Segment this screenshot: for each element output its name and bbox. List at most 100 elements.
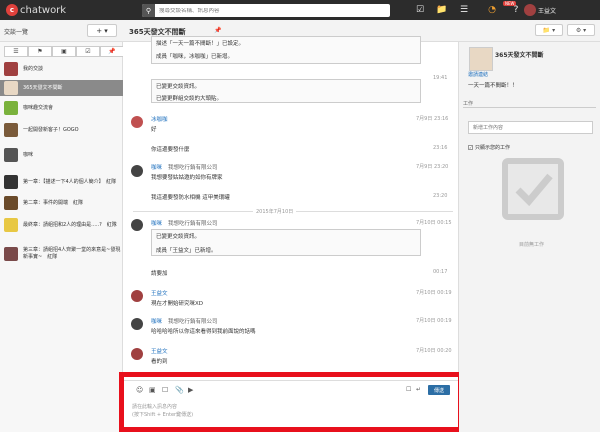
system-line: 已變更交談資訊。	[156, 84, 201, 90]
notification-icon[interactable]: ◔	[486, 4, 498, 16]
help-icon[interactable]: ?	[510, 4, 522, 16]
my-tasks-toggle[interactable]: ✓ 只顯示您的工作	[468, 144, 510, 151]
avatar[interactable]	[131, 318, 143, 330]
empty-task-label: 目前無工作	[519, 242, 545, 248]
room-avatar	[4, 101, 18, 115]
sender-org: 我想吃行銷有限公司	[168, 319, 218, 325]
filter-task-icon[interactable]: ☑	[76, 46, 100, 57]
sender-name[interactable]: 咖咪	[151, 317, 162, 325]
search-icon[interactable]: ⚲	[142, 4, 155, 17]
settings-button[interactable]: ⚙ ▾	[567, 24, 595, 36]
room-avatar	[4, 123, 18, 137]
user-avatar[interactable]	[524, 4, 536, 16]
logo[interactable]: c chatwork	[6, 4, 66, 16]
avatar[interactable]	[131, 348, 143, 360]
right-toolbar: 📁 ▾ ⚙ ▾	[459, 20, 600, 42]
folder-icon[interactable]: 📁	[436, 4, 448, 16]
logo-mark: c	[6, 4, 18, 16]
add-room-label: +	[96, 26, 103, 35]
message-text: 我這邊要發防水相機 這甲美環罐	[151, 195, 230, 201]
folder-button[interactable]: 📁 ▾	[535, 24, 563, 36]
system-message-box: 已變更交談資訊。 成員「王益文」已新增。	[151, 229, 421, 256]
room-avatar	[469, 47, 493, 71]
message-time: 7月10日 00:20	[416, 348, 452, 354]
avatar[interactable]	[131, 116, 143, 128]
task-section-label: 工作	[463, 101, 474, 107]
message-time: 7月10日 00:15	[416, 220, 452, 226]
avatar[interactable]	[131, 290, 143, 302]
message-text: 你這邊要發什麼	[151, 147, 190, 153]
room-name: 第二章：事件的開端 紅隊	[23, 199, 84, 206]
message-time: 7月10日 00:19	[416, 290, 452, 296]
checkbox[interactable]: ✓	[468, 145, 473, 150]
message-time: 00:17	[433, 269, 448, 275]
message-time: 7月10日 00:19	[416, 318, 452, 324]
task-section-header: 工作	[463, 100, 596, 108]
room-item[interactable]: 咖咪	[0, 148, 123, 162]
message-time: 7月9日 23:16	[416, 116, 449, 122]
message-text: 我想要發姑姑邀約如你有牌家	[151, 175, 223, 181]
sender-org: 我想吃行銷有限公司	[168, 221, 218, 227]
room-item[interactable]: 第三章：請組招4人齊聚一堂的來意是~發現新事實~ 紅隊	[0, 242, 123, 266]
avatar[interactable]	[131, 219, 143, 231]
room-avatar	[4, 247, 18, 261]
contacts-icon[interactable]: ☰	[458, 4, 470, 16]
avatar[interactable]	[131, 165, 143, 177]
room-item[interactable]: 一起開發新客子！GOGO	[0, 121, 123, 139]
message-text: 請要加	[151, 271, 168, 277]
room-info-title: 365天發文不間斷	[495, 52, 544, 59]
task-input[interactable]	[468, 121, 593, 134]
message-time: 19:41	[433, 75, 448, 81]
message-text: 好	[151, 127, 157, 133]
chat-area: 365天發文不間斷 📌 描述「一天一篇不間斷！」已設定。 成員「咖咪，冰咖咖」已…	[123, 20, 459, 432]
my-tasks-label: 只顯示您的工作	[475, 145, 511, 151]
room-avatar	[4, 218, 18, 232]
search-input[interactable]	[155, 7, 385, 14]
room-name: 最終章：請組招和2人的理由是.....? 紅隊	[23, 221, 117, 228]
room-avatar	[4, 196, 18, 210]
highlight-frame	[119, 372, 463, 432]
system-line: 已變更群組交談的大頭貼。	[156, 96, 223, 102]
message-time: 7月9日 23:20	[416, 164, 449, 170]
invite-link[interactable]: 邀請連結	[468, 71, 488, 78]
top-bar: c chatwork ⚲ ☑ 📁 ☰ ◔ NEW ? 王益文	[0, 0, 600, 20]
room-name: 365天發文不間斷	[23, 84, 63, 91]
sender-name[interactable]: 王益文	[151, 289, 168, 297]
message-text: 看的到	[151, 359, 168, 365]
message-time: 23:20	[433, 193, 448, 199]
room-item[interactable]: 最終章：請組招和2人的理由是.....? 紅隊	[0, 214, 123, 236]
date-label: 2015年7月10日	[253, 208, 297, 215]
sender-name[interactable]: 王益文	[151, 347, 168, 355]
system-line: 成員「咖咪，冰咖咖」已新增。	[156, 54, 234, 60]
room-avatar	[4, 81, 18, 95]
system-line: 已變更交談資訊。	[156, 234, 201, 240]
filter-to-icon[interactable]: ▣	[52, 46, 76, 57]
add-room-button[interactable]: + ▾	[87, 24, 117, 37]
filter-unread-icon[interactable]: ⚑	[28, 46, 52, 57]
room-info-panel: 📁 ▾ ⚙ ▾ 365天發文不間斷 邀請連結 一天一篇不間斷！！ 工作 ✓只顯示…	[459, 20, 600, 432]
search-box[interactable]: ⚲	[142, 4, 390, 17]
sender-name[interactable]: 咖咪	[151, 163, 162, 171]
filter-row: ☰ ⚑ ▣ ☑ 📌	[4, 46, 124, 57]
sender-name[interactable]: 咖咪	[151, 219, 162, 227]
room-item[interactable]: 365天發文不間斷	[0, 80, 123, 96]
room-item[interactable]: 咖咪趣交流會	[0, 100, 123, 116]
system-line: 描述「一天一篇不間斷！」已設定。	[156, 41, 245, 47]
task-icon[interactable]: ☑	[414, 4, 426, 16]
system-message-box: 描述「一天一篇不間斷！」已設定。 成員「咖咪，冰咖咖」已新增。	[151, 36, 421, 64]
room-item[interactable]: 我的交談	[0, 62, 123, 76]
filter-pin-icon[interactable]: 📌	[100, 46, 124, 57]
filter-all-icon[interactable]: ☰	[4, 46, 28, 57]
pin-icon[interactable]: 📌	[214, 27, 221, 34]
room-name: 咖咪趣交流會	[23, 104, 54, 111]
system-line: 成員「王益文」已新增。	[156, 248, 217, 254]
message-time: 23:16	[433, 145, 448, 151]
sender-name[interactable]: 冰咖咖	[151, 115, 168, 123]
system-message-box: 已變更交談資訊。 已變更群組交談的大頭貼。	[151, 79, 421, 103]
room-item[interactable]: 第一章：【描述一下4人的個人簡介】 紅隊	[0, 172, 123, 192]
room-name: 我的交談	[23, 65, 44, 72]
room-item[interactable]: 第二章：事件的開端 紅隊	[0, 194, 123, 212]
room-list-title: 交談一覽	[4, 29, 29, 36]
room-description: 一天一篇不間斷！！	[468, 83, 518, 89]
username[interactable]: 王益文	[538, 6, 556, 15]
